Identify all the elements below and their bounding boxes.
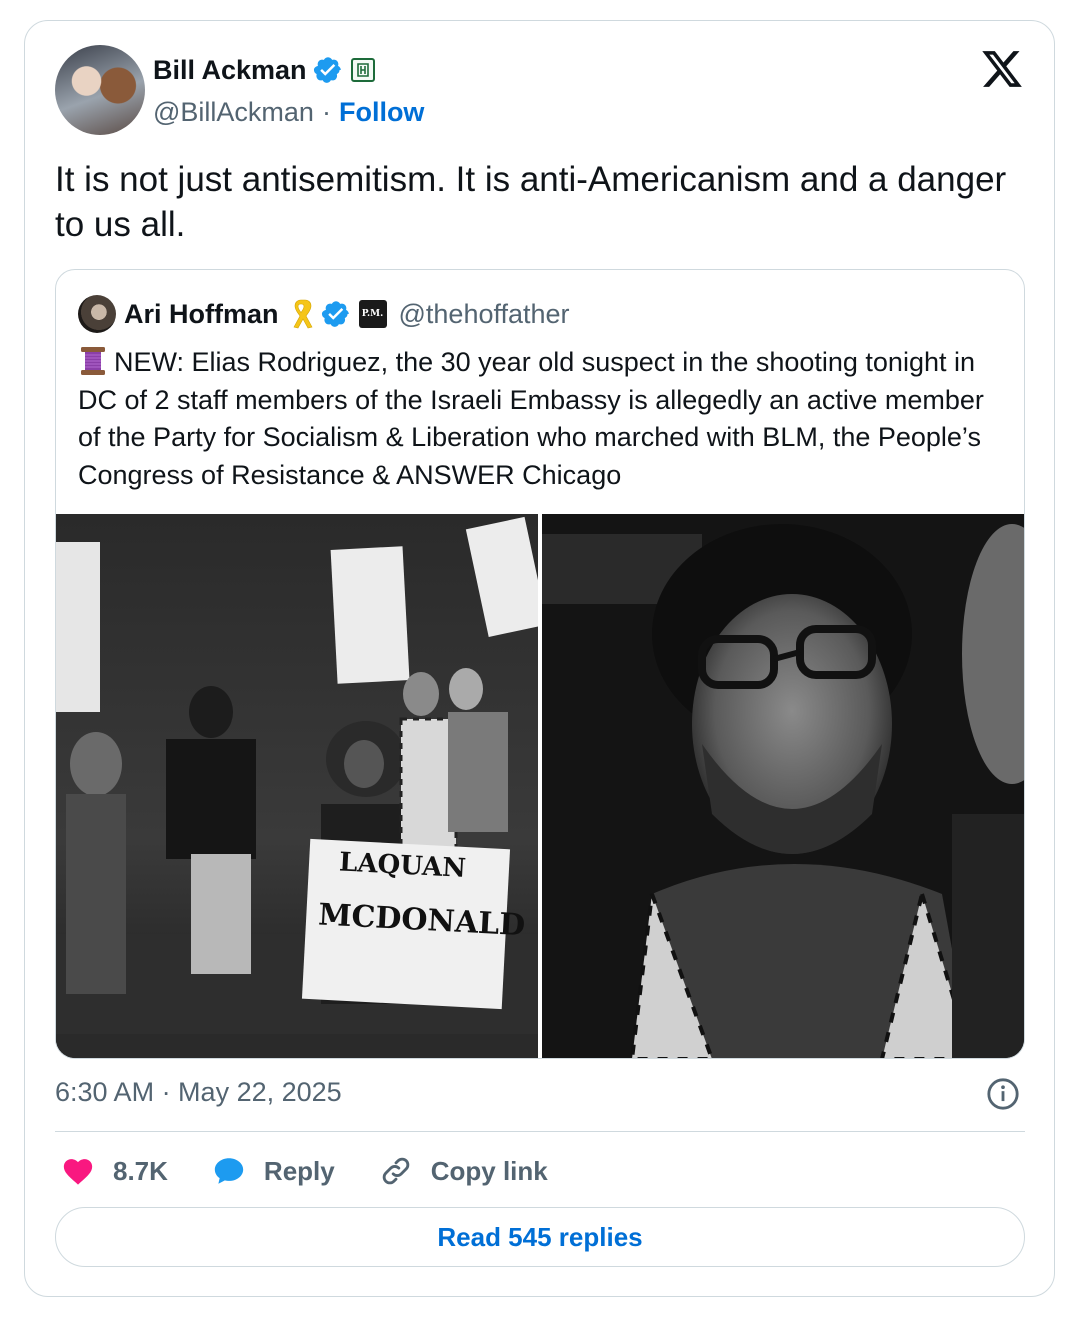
follow-button[interactable]: Follow bbox=[339, 97, 424, 128]
divider bbox=[55, 1131, 1025, 1132]
reply-label: Reply bbox=[263, 1155, 335, 1186]
x-logo-icon[interactable] bbox=[980, 47, 1024, 91]
heart-icon bbox=[63, 1159, 93, 1185]
copy-link-button[interactable]: Copy link bbox=[379, 1154, 548, 1188]
quote-media: LAQUAN MCDONALD bbox=[56, 514, 1024, 1058]
like-button[interactable]: 8.7K bbox=[61, 1154, 168, 1188]
tweet-timestamp[interactable]: 6:30 AM · May 22, 2025 bbox=[55, 1077, 342, 1108]
spool-emoji-icon bbox=[81, 347, 105, 375]
link-icon bbox=[382, 1157, 409, 1185]
quote-text: NEW: Elias Rodriguez, the 30 year old su… bbox=[78, 347, 984, 490]
pm-affiliate-badge[interactable]: P.M. bbox=[358, 300, 387, 328]
author-name[interactable]: Bill Ackman bbox=[153, 55, 307, 86]
tweet-card: Bill Ackman @BillAckman · Follow It is n… bbox=[24, 20, 1055, 1297]
read-replies-button[interactable]: Read 545 replies bbox=[55, 1207, 1025, 1267]
action-bar: 8.7K Reply Copy link bbox=[61, 1149, 592, 1193]
info-icon[interactable] bbox=[986, 1077, 1020, 1111]
quoted-tweet[interactable]: Ari Hoffman P.M. @thehoffather NEW: Elia… bbox=[55, 269, 1025, 1059]
reply-bubble-icon bbox=[214, 1158, 244, 1184]
separator-dot: · bbox=[321, 97, 331, 127]
verified-badge-icon bbox=[313, 57, 341, 83]
verified-badge-icon bbox=[321, 301, 349, 327]
photo-protest-march[interactable]: LAQUAN MCDONALD bbox=[56, 514, 538, 1058]
author-avatar[interactable] bbox=[55, 45, 145, 135]
author-name-row: Bill Ackman bbox=[153, 53, 375, 87]
author-handle[interactable]: @BillAckman bbox=[153, 97, 314, 128]
tweet-text: It is not just antisemitism. It is anti-… bbox=[55, 160, 1007, 244]
quote-text-block: NEW: Elias Rodriguez, the 30 year old su… bbox=[78, 344, 1008, 494]
quote-author-handle[interactable]: @thehoffather bbox=[399, 299, 570, 330]
quote-author-name[interactable]: Ari Hoffman bbox=[124, 299, 279, 330]
copy-link-label: Copy link bbox=[430, 1155, 548, 1186]
affiliate-badge-icon[interactable] bbox=[350, 58, 375, 82]
reply-button[interactable]: Reply bbox=[212, 1154, 335, 1188]
author-handle-row: @BillAckman · Follow bbox=[153, 97, 424, 128]
quote-avatar[interactable] bbox=[78, 295, 116, 333]
yellow-ribbon-icon bbox=[293, 299, 312, 329]
like-count: 8.7K bbox=[113, 1155, 168, 1186]
quote-header: Ari Hoffman P.M. @thehoffather bbox=[78, 295, 570, 333]
photo-portrait[interactable] bbox=[542, 514, 1024, 1058]
